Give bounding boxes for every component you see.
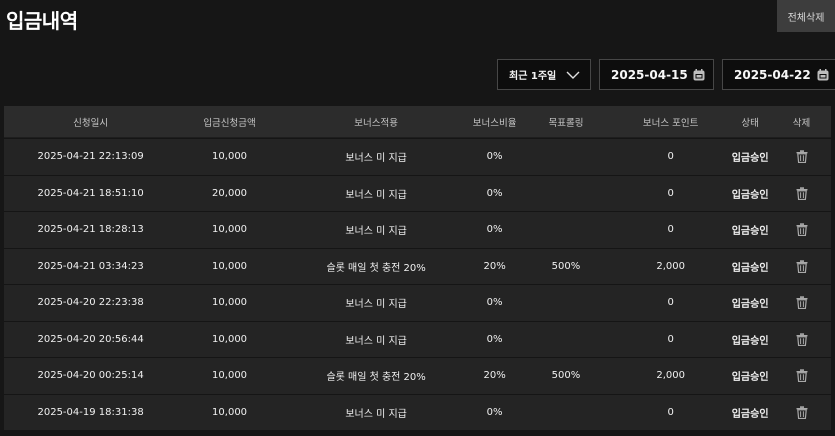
table-row: 2025-04-20 22:23:38 10,000 보너스 미 지급 0% 0 입금승인 <box>4 284 831 321</box>
trash-icon[interactable] <box>772 333 831 346</box>
cell-bonus-applied: 슬롯 매일 첫 충전 20% <box>326 262 426 274</box>
column-header-bonus-points: 보너스 포인트 <box>642 117 699 129</box>
column-header-bonus-applied: 보너스적용 <box>354 117 398 129</box>
trash-icon[interactable] <box>772 369 831 383</box>
trash-icon[interactable] <box>772 260 831 273</box>
cell-bonus-applied: 보너스 미 지급 <box>345 189 407 201</box>
cell-status: 입금승인 <box>731 153 769 165</box>
table-row: 2025-04-20 00:25:14 10,000 슬롯 매일 첫 충전 20% 2… <box>4 357 831 394</box>
cell-datetime: 2025-04-21 03:34:23 <box>37 260 144 272</box>
cell-bonus-rate: 0% <box>486 187 503 199</box>
chevron-down-icon <box>566 71 580 79</box>
cell-amount: 10,000 <box>212 224 248 236</box>
cell-status: 입금승인 <box>731 189 769 201</box>
table-row: 2025-04-21 03:34:23 10,000 슬롯 매일 첫 충전 20% 2… <box>4 247 831 284</box>
column-header-datetime: 신청일시 <box>73 117 109 129</box>
cell-target-rolling: 500% <box>551 370 581 382</box>
cell-bonus-applied: 보너스 미 지급 <box>345 299 407 311</box>
table-row: 2025-04-21 22:13:09 10,000 보너스 미 지급 0% 0 입금승인 <box>4 138 831 175</box>
cell-bonus-rate: 0% <box>486 406 503 418</box>
cell-bonus-points: 0 <box>667 151 674 163</box>
trash-icon[interactable] <box>772 296 831 310</box>
start-date-field[interactable]: 2025-04-15 <box>599 59 714 90</box>
cell-bonus-rate: 0% <box>486 224 503 236</box>
cell-status: 입금승인 <box>731 335 769 347</box>
cell-datetime: 2025-04-21 22:13:09 <box>37 151 144 163</box>
cell-amount: 10,000 <box>212 297 248 309</box>
table-body: 2025-04-21 22:13:09 10,000 보너스 미 지급 0% 0 입금승인… <box>4 138 831 430</box>
deposit-history-page: 입금내역 전체삭제 최근 1주일 2025-04-15 2025-04-22 신… <box>0 0 835 436</box>
cell-bonus-points: 2,000 <box>656 370 685 382</box>
cell-datetime: 2025-04-19 18:31:38 <box>37 406 144 418</box>
cell-bonus-points: 0 <box>667 224 674 236</box>
trash-icon[interactable] <box>772 223 831 237</box>
calendar-icon[interactable] <box>817 68 829 81</box>
cell-datetime: 2025-04-21 18:28:13 <box>37 224 144 236</box>
cell-status: 입금승인 <box>731 408 769 420</box>
table-row: 2025-04-19 18:31:38 10,000 보너스 미 지급 0% 0 입금승인 <box>4 393 831 430</box>
trash-icon[interactable] <box>772 187 831 200</box>
cell-bonus-rate: 0% <box>486 151 503 163</box>
start-date-value: 2025-04-15 <box>611 67 688 82</box>
period-select-label: 최근 1주일 <box>509 71 557 82</box>
filter-bar: 최근 1주일 2025-04-15 2025-04-22 <box>497 59 835 90</box>
cell-datetime: 2025-04-20 22:23:38 <box>37 297 144 309</box>
cell-amount: 10,000 <box>212 370 248 382</box>
cell-datetime: 2025-04-20 00:25:14 <box>37 370 144 382</box>
cell-status: 입금승인 <box>731 299 769 311</box>
cell-bonus-rate: 20% <box>483 260 506 272</box>
cell-status: 입금승인 <box>731 372 769 384</box>
cell-amount: 10,000 <box>212 260 248 272</box>
trash-icon[interactable] <box>772 150 831 164</box>
column-header-amount: 입금신청금액 <box>203 117 256 129</box>
cell-bonus-rate: 0% <box>486 333 503 345</box>
cell-bonus-applied: 보너스 미 지급 <box>345 408 407 420</box>
cell-bonus-points: 2,000 <box>656 260 685 272</box>
end-date-field[interactable]: 2025-04-22 <box>722 59 835 90</box>
cell-bonus-points: 0 <box>667 406 674 418</box>
cell-bonus-points: 0 <box>667 187 674 199</box>
period-select[interactable]: 최근 1주일 <box>497 59 591 90</box>
cell-amount: 10,000 <box>212 151 248 163</box>
cell-amount: 10,000 <box>212 333 248 345</box>
deposit-table: 신청일시 입금신청금액 보너스적용 보너스비율 목표롤링 보너스 포인트 상태 … <box>4 106 831 430</box>
cell-status: 입금승인 <box>731 226 769 238</box>
cell-datetime: 2025-04-20 20:56:44 <box>37 333 144 345</box>
end-date-value: 2025-04-22 <box>734 67 811 82</box>
cell-target-rolling: 500% <box>551 260 581 272</box>
table-row: 2025-04-20 20:56:44 10,000 보너스 미 지급 0% 0 입금승인 <box>4 320 831 357</box>
cell-bonus-points: 0 <box>667 297 674 309</box>
column-header-status: 상태 <box>741 117 759 129</box>
page-title: 입금내역 <box>6 9 78 33</box>
cell-datetime: 2025-04-21 18:51:10 <box>37 187 144 199</box>
delete-all-button[interactable]: 전체삭제 <box>777 0 835 32</box>
trash-icon[interactable] <box>772 406 831 419</box>
table-row: 2025-04-21 18:51:10 20,000 보너스 미 지급 0% 0 입금승인 <box>4 174 831 211</box>
cell-bonus-points: 0 <box>667 333 674 345</box>
column-header-target-rolling: 목표롤링 <box>548 117 584 129</box>
cell-bonus-applied: 슬롯 매일 첫 충전 20% <box>326 372 426 384</box>
cell-bonus-rate: 20% <box>483 370 506 382</box>
cell-bonus-applied: 보너스 미 지급 <box>345 335 407 347</box>
cell-amount: 10,000 <box>212 406 248 418</box>
column-header-delete: 삭제 <box>792 117 811 129</box>
table-row: 2025-04-21 18:28:13 10,000 보너스 미 지급 0% 0 입금승인 <box>4 211 831 248</box>
calendar-icon[interactable] <box>693 68 705 81</box>
column-header-bonus-rate: 보너스비율 <box>472 117 517 129</box>
cell-amount: 20,000 <box>212 187 248 199</box>
cell-status: 입금승인 <box>731 262 769 274</box>
cell-bonus-rate: 0% <box>486 297 503 309</box>
cell-bonus-applied: 보너스 미 지급 <box>345 226 407 238</box>
table-header: 신청일시 입금신청금액 보너스적용 보너스비율 목표롤링 보너스 포인트 상태 … <box>4 106 831 138</box>
cell-bonus-applied: 보너스 미 지급 <box>345 153 407 165</box>
